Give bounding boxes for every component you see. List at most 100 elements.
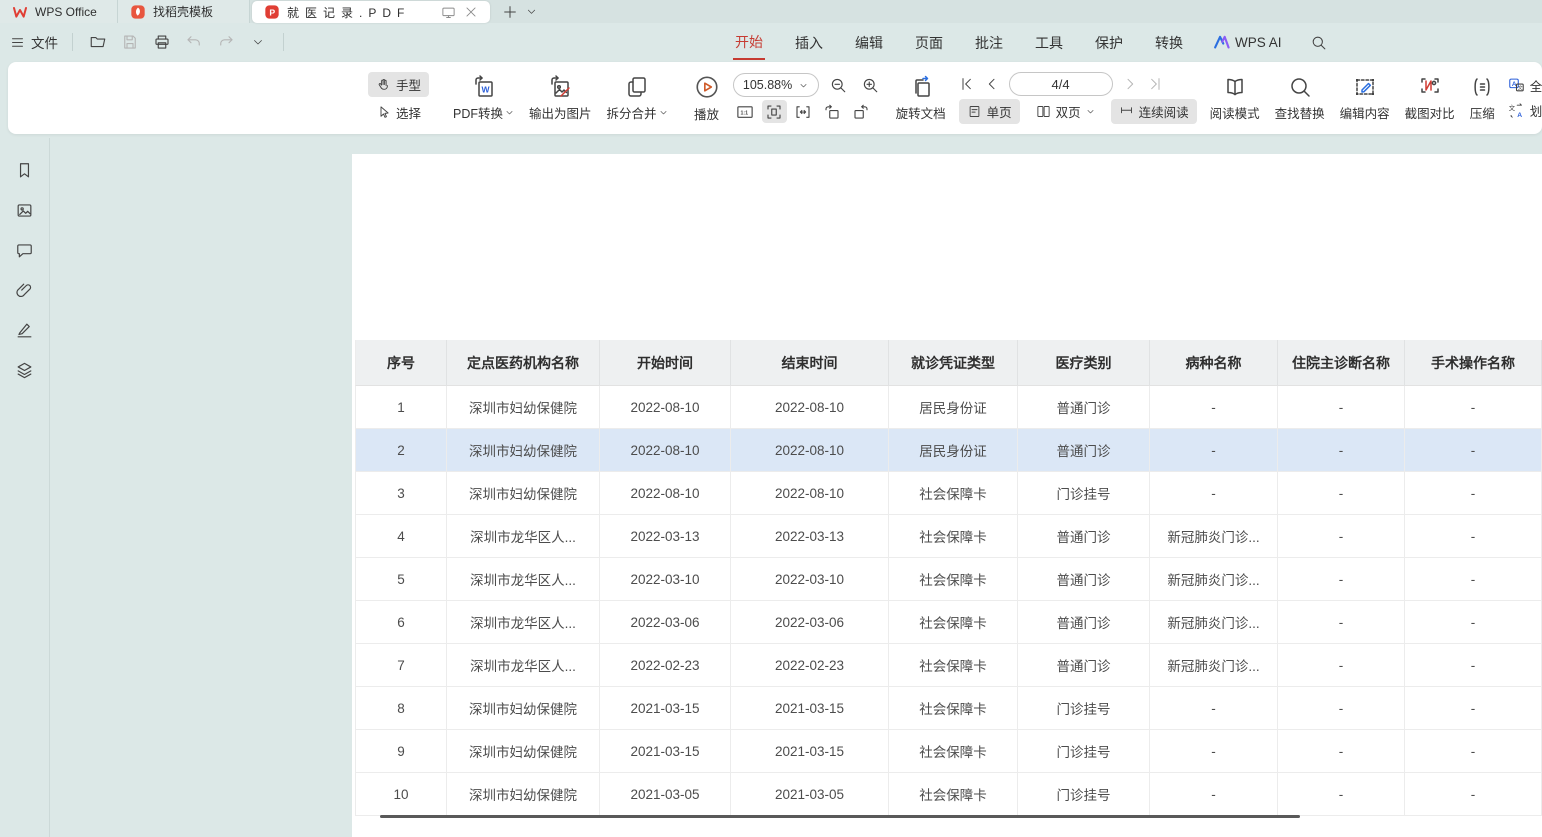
print-button[interactable] xyxy=(151,31,173,53)
side-panel-rail xyxy=(0,138,50,837)
paperclip-icon xyxy=(15,281,34,300)
bookmarks-panel-button[interactable] xyxy=(15,160,35,180)
close-tab-icon[interactable] xyxy=(464,5,478,19)
split-merge-button[interactable]: 拆分合并 xyxy=(605,75,670,122)
layers-panel-button[interactable] xyxy=(15,360,35,380)
tab-document[interactable]: P 就医记录.PDF xyxy=(252,1,490,23)
pdf-convert-button[interactable]: W PDF转换 xyxy=(451,75,516,122)
table-row: 2深圳市妇幼保健院2022-08-102022-08-10居民身份证普通门诊--… xyxy=(355,429,1542,472)
fit-page-button[interactable] xyxy=(762,100,787,123)
table-cell: 普通门诊 xyxy=(1018,429,1150,472)
continuous-read-button[interactable]: 连续阅读 xyxy=(1111,99,1197,124)
menu-tab[interactable]: 页面 xyxy=(913,25,945,59)
tab-list-chevron-icon[interactable] xyxy=(526,6,537,17)
word-translate-label: 划词翻译 xyxy=(1530,101,1542,120)
menu-tab[interactable]: 工具 xyxy=(1033,25,1065,59)
wps-logo-icon xyxy=(12,4,28,20)
wps-ai-logo-icon xyxy=(1213,34,1230,51)
menu-tab[interactable]: 编辑 xyxy=(853,25,885,59)
zoom-level-select[interactable]: 105.88% xyxy=(733,73,819,97)
ribbon-toolbar: 手型 选择 W PDF转换 输出为图片 xyxy=(8,62,1542,134)
table-cell: 深圳市妇幼保健院 xyxy=(447,773,600,816)
double-page-button[interactable]: 双页 xyxy=(1028,99,1103,124)
first-page-icon[interactable] xyxy=(959,76,975,92)
hand-tool-button[interactable]: 手型 xyxy=(368,72,429,97)
screenshot-compare-button[interactable]: 截图对比 xyxy=(1403,75,1457,122)
zoom-in-button[interactable] xyxy=(858,74,883,97)
previous-page-icon[interactable] xyxy=(984,76,1000,92)
rotate-document-button[interactable]: 旋转文档 xyxy=(894,75,948,122)
export-image-icon xyxy=(548,75,572,99)
attachments-panel-button[interactable] xyxy=(15,280,35,300)
page-number-input[interactable]: 4/4 xyxy=(1009,72,1113,96)
zoom-out-button[interactable] xyxy=(826,74,851,97)
table-cell: 深圳市妇幼保健院 xyxy=(447,687,600,730)
edit-content-button[interactable]: 编辑内容 xyxy=(1338,75,1392,122)
table-cell: - xyxy=(1150,687,1278,730)
search-icon[interactable] xyxy=(1310,34,1327,51)
thumbnails-panel-button[interactable] xyxy=(15,200,35,220)
comments-panel-button[interactable] xyxy=(15,240,35,260)
table-cell: 2022-08-10 xyxy=(731,386,889,429)
actual-size-button[interactable]: 1:1 xyxy=(733,100,758,123)
double-page-label: 双页 xyxy=(1056,102,1081,121)
table-header-cell: 医疗类别 xyxy=(1018,340,1150,386)
table-cell: 2022-08-10 xyxy=(600,472,731,515)
fit-width-button[interactable] xyxy=(791,100,816,123)
wps-ai-button[interactable]: WPS AI xyxy=(1213,34,1282,51)
file-menu-button[interactable]: 文件 xyxy=(10,32,58,52)
tab-docer-templates[interactable]: 找稻壳模板 xyxy=(118,0,250,23)
find-replace-label: 查找替换 xyxy=(1275,103,1325,122)
save-button[interactable] xyxy=(119,31,141,53)
menu-tab[interactable]: 插入 xyxy=(793,25,825,59)
table-row: 3深圳市妇幼保健院2022-08-102022-08-10社会保障卡门诊挂号--… xyxy=(355,472,1542,515)
menu-tab[interactable]: 批注 xyxy=(973,25,1005,59)
full-translate-button[interactable]: A 文 全文翻译 xyxy=(1508,76,1542,95)
next-page-icon[interactable] xyxy=(1122,76,1138,92)
word-translate-button[interactable]: 文 A 划词翻译 xyxy=(1508,101,1542,120)
tab-wps-office[interactable]: WPS Office xyxy=(0,0,118,23)
table-cell: 3 xyxy=(355,472,447,515)
new-tab-icon[interactable] xyxy=(502,4,518,20)
edit-content-label: 编辑内容 xyxy=(1340,103,1390,122)
rotate-left-button[interactable] xyxy=(820,100,845,123)
compress-icon xyxy=(1470,75,1494,99)
read-mode-button[interactable]: 阅读模式 xyxy=(1208,75,1262,122)
table-cell: 社会保障卡 xyxy=(889,515,1018,558)
table-cell: - xyxy=(1405,601,1542,644)
find-replace-button[interactable]: 查找替换 xyxy=(1273,75,1327,122)
menu-tab[interactable]: 开始 xyxy=(733,24,765,60)
last-page-icon[interactable] xyxy=(1147,76,1163,92)
table-cell: - xyxy=(1278,429,1405,472)
tab-label: 找稻壳模板 xyxy=(153,3,213,20)
table-row: 7深圳市龙华区人...2022-02-232022-02-23社会保障卡普通门诊… xyxy=(355,644,1542,687)
table-cell: - xyxy=(1150,773,1278,816)
menu-tab[interactable]: 转换 xyxy=(1153,25,1185,59)
play-button[interactable]: 播放 xyxy=(692,74,722,123)
quick-access-dropdown[interactable] xyxy=(247,31,269,53)
table-cell: 2021-03-05 xyxy=(600,773,731,816)
open-file-button[interactable] xyxy=(87,31,109,53)
hand-tool-label: 手型 xyxy=(396,75,421,94)
table-header-cell: 开始时间 xyxy=(600,340,731,386)
undo-button[interactable] xyxy=(183,31,205,53)
monitor-icon[interactable] xyxy=(441,5,456,20)
rotate-right-button[interactable] xyxy=(849,100,874,123)
table-cell: 普通门诊 xyxy=(1018,558,1150,601)
select-tool-button[interactable]: 选择 xyxy=(368,100,429,125)
table-cell: - xyxy=(1278,773,1405,816)
file-menu-label: 文件 xyxy=(31,32,58,52)
divider xyxy=(283,33,284,51)
table-cell: 门诊挂号 xyxy=(1018,730,1150,773)
table-cell: - xyxy=(1150,472,1278,515)
single-page-button[interactable]: 单页 xyxy=(959,99,1020,124)
rotate-document-label: 旋转文档 xyxy=(896,103,946,122)
table-cell: 2 xyxy=(355,429,447,472)
table-header-row: 序号定点医药机构名称开始时间结束时间就诊凭证类型医疗类别病种名称住院主诊断名称手… xyxy=(355,340,1542,386)
menu-tab[interactable]: 保护 xyxy=(1093,25,1125,59)
compress-button[interactable]: 压缩 xyxy=(1468,75,1497,122)
redo-button[interactable] xyxy=(215,31,237,53)
signature-panel-button[interactable] xyxy=(15,320,35,340)
pdf-file-icon: P xyxy=(264,4,280,20)
export-image-button[interactable]: 输出为图片 xyxy=(527,75,594,122)
